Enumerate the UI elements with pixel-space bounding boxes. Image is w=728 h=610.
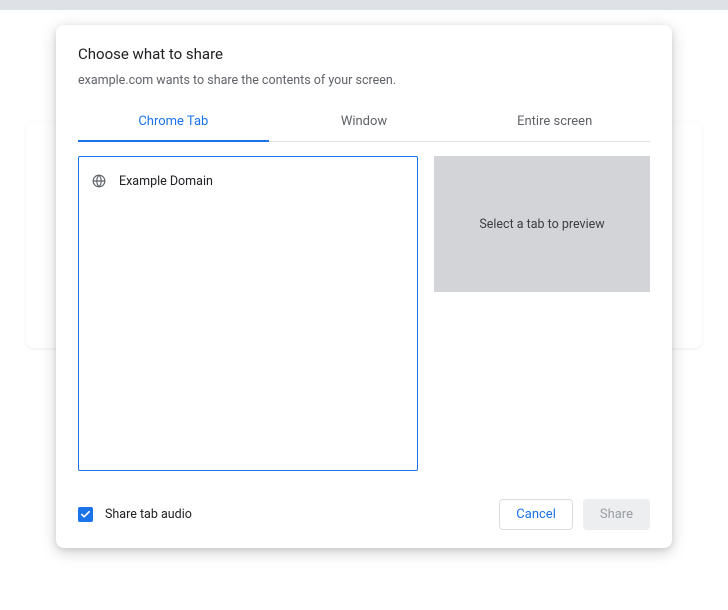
share-audio-label: Share tab audio (105, 507, 192, 522)
tab-window[interactable]: Window (269, 104, 460, 141)
dialog-buttons: Cancel Share (499, 499, 650, 530)
tab-entire-screen[interactable]: Entire screen (459, 104, 650, 141)
page-background: Choose what to share example.com wants t… (0, 10, 728, 610)
tab-list[interactable]: Example Domain (78, 156, 418, 471)
check-icon (80, 509, 91, 520)
share-button[interactable]: Share (583, 499, 650, 530)
globe-icon (91, 173, 107, 189)
dialog-footer: Share tab audio Cancel Share (78, 499, 650, 530)
browser-top-bar (0, 0, 728, 10)
tab-list-item-label: Example Domain (119, 174, 213, 189)
dialog-subtitle: example.com wants to share the contents … (78, 73, 650, 88)
content-row: Example Domain Select a tab to preview (78, 156, 650, 471)
share-dialog: Choose what to share example.com wants t… (56, 25, 672, 548)
preview-placeholder: Select a tab to preview (479, 217, 604, 232)
share-source-tabs: Chrome Tab Window Entire screen (78, 104, 650, 142)
cancel-button[interactable]: Cancel (499, 499, 573, 530)
tab-chrome-tab[interactable]: Chrome Tab (78, 104, 269, 141)
tab-list-item[interactable]: Example Domain (79, 165, 417, 197)
share-audio-checkbox[interactable] (78, 507, 93, 522)
dialog-title: Choose what to share (78, 45, 650, 63)
preview-area: Select a tab to preview (434, 156, 650, 292)
share-audio-row: Share tab audio (78, 507, 192, 522)
